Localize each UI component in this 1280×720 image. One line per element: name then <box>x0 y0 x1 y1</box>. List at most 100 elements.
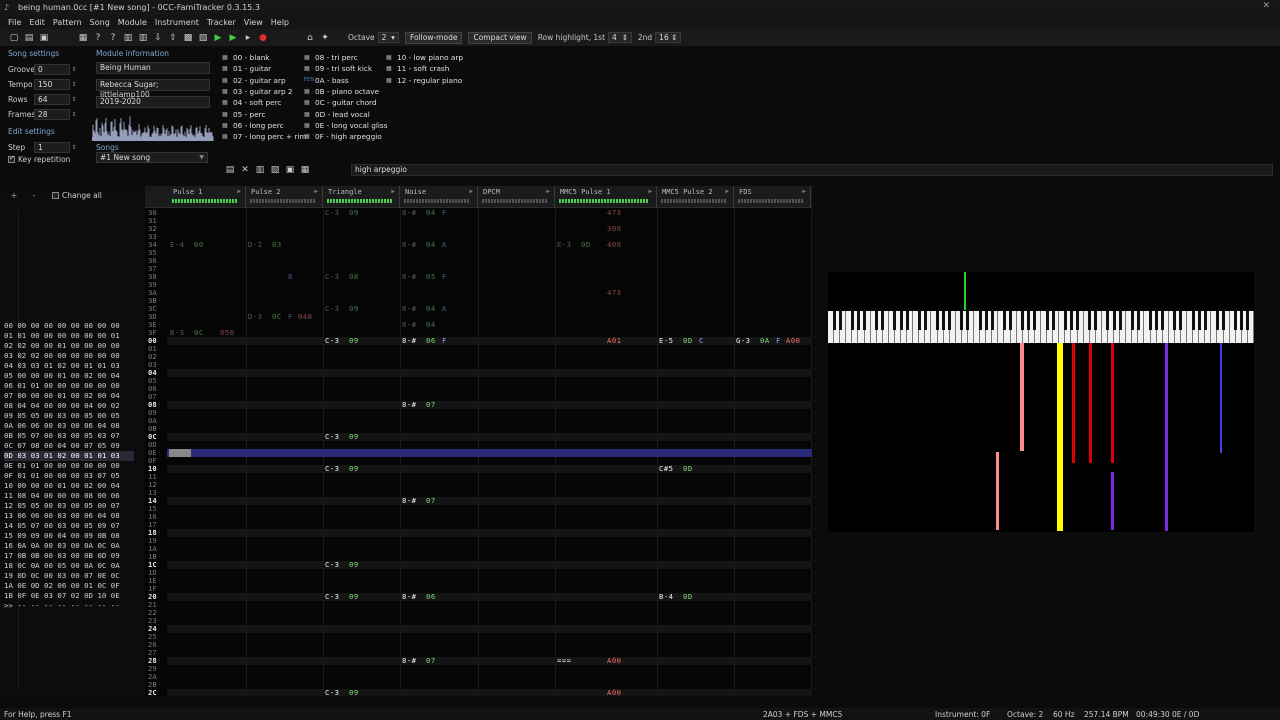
frame-row[interactable]: 11 08 04 00 00 00 08 00 06 <box>4 491 134 501</box>
stop-icon[interactable]: ● <box>257 32 269 44</box>
remove-frame-icon[interactable]: ▥ <box>137 32 149 44</box>
frame-row[interactable]: 01 01 00 00 00 00 00 00 01 <box>4 331 134 341</box>
chevron-right-icon[interactable]: ▶ <box>391 188 395 195</box>
pattern-rows[interactable]: 30 31 32 33 34 35 36 37 38 39 3A 3B 3C 3D 3E 3F 00 01 02 03… <box>145 209 812 696</box>
channel-header-7[interactable]: FDS ▶ <box>734 186 811 208</box>
pattern-cell[interactable]: 473 <box>557 289 627 297</box>
pattern-cell[interactable]: 8-# 04 <box>402 321 472 329</box>
frame-increment-button[interactable]: + <box>4 191 24 200</box>
instrument-item[interactable]: ▦ 05 - perc <box>222 110 266 119</box>
frame-row[interactable]: 02 02 00 00 01 00 00 00 00 <box>4 341 134 351</box>
channel-header-5[interactable]: MMC5 Pulse 1 ▶ <box>555 186 657 208</box>
frame-row[interactable]: 1A 0E 0D 02 06 00 01 0C 0F <box>4 581 134 591</box>
pattern-cell[interactable]: E-3 0D 400 <box>557 241 627 249</box>
new-file-icon[interactable]: ▢ <box>8 32 20 44</box>
groove-spinner-icon[interactable]: ⇕ <box>70 64 78 75</box>
pattern-cell[interactable]: 8 <box>248 273 318 281</box>
pattern-cell[interactable]: 8-# 04 F <box>402 209 472 217</box>
pattern-cell[interactable]: 8-# 04 A <box>402 241 472 249</box>
menu-view[interactable]: View <box>240 18 267 27</box>
instrument-item[interactable]: FDS 0A - bass <box>304 76 349 85</box>
frame-row[interactable]: 09 05 05 00 03 00 05 00 05 <box>4 411 134 421</box>
duplicate-frame-icon[interactable]: ▩ <box>182 32 194 44</box>
clone-instrument-icon[interactable]: ▥ <box>254 164 266 176</box>
instrument-name-field[interactable]: high arpeggio <box>351 164 1273 176</box>
instrument-item[interactable]: ▦ 0D - lead vocal <box>304 110 370 119</box>
pattern-cell[interactable]: 8-# 07 <box>402 657 472 665</box>
instrument-item[interactable]: ▦ 08 - tri perc <box>304 53 358 62</box>
change-all-checkbox[interactable]: Change all <box>52 191 102 200</box>
row-highlight-2nd-field[interactable]: 16 ⇕ <box>655 32 682 43</box>
channel-header-0[interactable]: Pulse 1 ▶ <box>168 186 246 208</box>
chevron-right-icon[interactable]: ▶ <box>546 188 550 195</box>
pattern-cell[interactable]: D-2 03 <box>248 241 318 249</box>
pattern-cell[interactable]: A00 <box>557 689 627 697</box>
pattern-editor[interactable]: Pulse 1 ▶ Pulse 2 ▶ Triangle ▶ Noise ▶ DPCM ▶ MMC5… <box>145 186 812 696</box>
pattern-cell[interactable]: C-3 09 <box>325 209 395 217</box>
edit-mode-icon[interactable]: ⌂ <box>304 32 316 44</box>
menu-file[interactable]: File <box>4 18 25 27</box>
frame-row[interactable]: 04 03 03 01 02 00 01 01 03 <box>4 361 134 371</box>
channel-header-1[interactable]: Pulse 2 ▶ <box>246 186 323 208</box>
pattern-cell[interactable]: 8-# 04 A <box>402 305 472 313</box>
frame-row[interactable]: 00 00 00 00 00 00 00 00 00 <box>4 321 134 331</box>
chevron-right-icon[interactable]: ▶ <box>648 188 652 195</box>
frame-row[interactable]: 06 01 01 00 00 00 00 00 00 <box>4 381 134 391</box>
play-icon[interactable]: ▶ <box>212 32 224 44</box>
compact-view-button[interactable]: Compact view <box>468 31 532 44</box>
channel-header-6[interactable]: MMC5 Pulse 2 ▶ <box>657 186 734 208</box>
rows-spinner-icon[interactable]: ⇕ <box>70 94 78 105</box>
chevron-right-icon[interactable]: ▶ <box>802 188 806 195</box>
step-spinner-icon[interactable]: ⇕ <box>70 142 78 153</box>
edit-instrument-icon[interactable]: ▦ <box>299 164 311 176</box>
tempo-spinner-icon[interactable]: ⇕ <box>70 79 78 90</box>
pattern-cell[interactable]: C-3 09 <box>325 465 395 473</box>
insert-frame-icon[interactable]: ▥ <box>122 32 134 44</box>
instrument-item[interactable]: ▦ 11 - soft crash <box>386 64 449 73</box>
pattern-cell[interactable]: E-4 00 <box>170 241 240 249</box>
close-window-button[interactable]: ✕ <box>1262 1 1270 11</box>
menu-module[interactable]: Module <box>114 18 151 27</box>
frame-row[interactable]: 12 05 05 00 03 00 05 00 07 <box>4 501 134 511</box>
module-properties-icon[interactable]: ▦ <box>77 32 89 44</box>
frame-row[interactable]: 0C 07 08 00 04 00 07 05 09 <box>4 441 134 451</box>
instrument-item[interactable]: ▦ 07 - long perc + rim <box>222 132 307 141</box>
tempo-field[interactable]: 150 <box>34 79 70 90</box>
frame-row[interactable]: 0F 01 01 00 00 00 03 07 05 <box>4 471 134 481</box>
instrument-item[interactable]: ▦ 02 - guitar arp <box>222 76 286 85</box>
save-file-icon[interactable]: ▣ <box>38 32 50 44</box>
pattern-cell[interactable]: A01 <box>557 337 627 345</box>
pattern-cell[interactable]: C#5 0D <box>659 465 729 473</box>
pattern-cell[interactable]: 8-# 07 <box>402 401 472 409</box>
key-repetition-checkbox[interactable]: Key repetition <box>8 154 88 164</box>
pattern-cell[interactable]: E-5 0D C <box>659 337 729 345</box>
frame-row[interactable]: 08 04 04 00 00 00 04 00 02 <box>4 401 134 411</box>
frame-row[interactable]: 0B 05 07 00 03 00 05 03 07 <box>4 431 134 441</box>
menu-pattern[interactable]: Pattern <box>49 18 86 27</box>
instrument-item[interactable]: ▦ 0F - high arpeggio <box>304 132 382 141</box>
pattern-cell[interactable]: C-3 09 <box>325 305 395 313</box>
frame-row[interactable]: 1B 0F 0E 03 07 02 0D 10 0E <box>4 591 134 601</box>
frames-spinner-icon[interactable]: ⇕ <box>70 109 78 120</box>
instrument-item[interactable]: ▦ 0E - long vocal gliss <box>304 121 388 130</box>
pattern-cell[interactable]: 8-# 06 F <box>402 337 472 345</box>
help-icon[interactable]: ? <box>92 32 104 44</box>
channel-header-3[interactable]: Noise ▶ <box>400 186 478 208</box>
frame-row[interactable]: 16 0A 0A 00 03 00 0A 0C 0A <box>4 541 134 551</box>
instrument-item[interactable]: ▦ 06 - long perc <box>222 121 284 130</box>
pattern-cell[interactable]: 300 <box>557 225 627 233</box>
rows-field[interactable]: 64 <box>34 94 70 105</box>
pattern-cell[interactable]: 8-# 06 <box>402 593 472 601</box>
module-copyright-field[interactable]: 2019-2020 <box>96 96 210 108</box>
frame-row[interactable]: 15 09 09 00 04 00 09 0B 08 <box>4 531 134 541</box>
move-frame-down-icon[interactable]: ⇩ <box>152 32 164 44</box>
about-icon[interactable]: ? <box>107 32 119 44</box>
channel-header-2[interactable]: Triangle ▶ <box>323 186 400 208</box>
pattern-cell[interactable]: C-3 09 <box>325 433 395 441</box>
instrument-item[interactable]: ▦ 01 - guitar <box>222 64 271 73</box>
chevron-right-icon[interactable]: ▶ <box>725 188 729 195</box>
menu-song[interactable]: Song <box>86 18 114 27</box>
play-loop-icon[interactable]: ▶ <box>227 32 239 44</box>
module-author-field[interactable]: Rebecca Sugar; littlelamp100 <box>96 79 210 99</box>
frame-row[interactable]: 13 06 06 00 03 00 06 04 08 <box>4 511 134 521</box>
